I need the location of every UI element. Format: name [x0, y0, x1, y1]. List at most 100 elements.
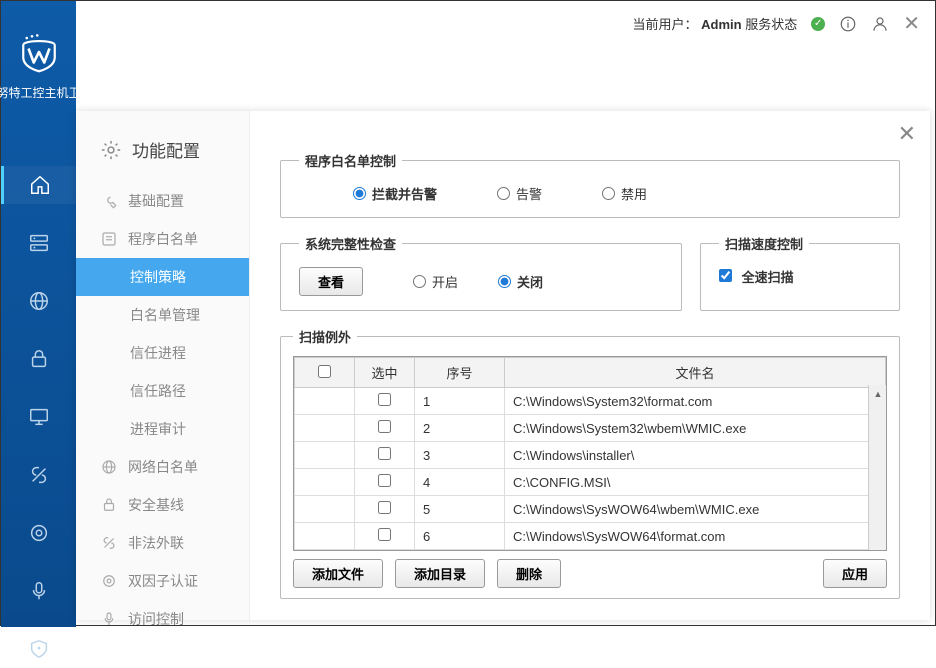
radio-on[interactable]: 开启 — [413, 272, 458, 291]
rail-item-monitor[interactable] — [1, 398, 76, 436]
row-filename: C:\Windows\System32\format.com — [505, 388, 886, 415]
rail-item-mic[interactable] — [1, 572, 76, 610]
menu-wlmgmt[interactable]: 白名单管理 — [76, 296, 249, 334]
radio-input[interactable] — [413, 275, 426, 288]
row-checkbox[interactable] — [378, 501, 391, 514]
panel-legend: 扫描速度控制 — [719, 234, 809, 253]
scroll-up-icon[interactable]: ▲ — [869, 385, 887, 403]
header-checkbox[interactable] — [318, 365, 331, 378]
radio-label: 关闭 — [517, 272, 543, 291]
rail-item-ring[interactable] — [1, 514, 76, 552]
gear-icon — [100, 139, 122, 161]
radio-input[interactable] — [498, 275, 511, 288]
menu-access[interactable]: 访问控制 — [76, 600, 249, 638]
row-select-cell[interactable] — [355, 496, 415, 523]
radio-input[interactable] — [497, 187, 510, 200]
logo-area: 威努特工控主机卫士 — [0, 31, 93, 101]
user-icon[interactable] — [871, 15, 889, 33]
radio-alert[interactable]: 告警 — [497, 184, 542, 203]
row-checkbox[interactable] — [378, 393, 391, 406]
row-select-cell[interactable] — [355, 442, 415, 469]
rail-item-shield[interactable] — [1, 630, 76, 668]
rail-icons — [1, 166, 76, 668]
menu-label: 安全基线 — [128, 495, 184, 515]
row-select-cell[interactable] — [355, 469, 415, 496]
delete-button[interactable]: 删除 — [497, 559, 561, 588]
window-header: 当前用户： Admin 服务状态 ✓ ✕ — [633, 11, 921, 36]
home-icon — [29, 174, 51, 196]
table-row[interactable]: 3C:\Windows\installer\ — [295, 442, 886, 469]
monitor-icon — [28, 406, 50, 428]
globe-icon — [100, 458, 118, 476]
row-filename: C:\CONFIG.MSI\ — [505, 469, 886, 496]
window-close-icon[interactable]: ✕ — [903, 11, 920, 36]
lock-icon — [100, 496, 118, 514]
radio-intercept-alert[interactable]: 拦截并告警 — [353, 184, 437, 203]
menu-illout[interactable]: 非法外联 — [76, 524, 249, 562]
radio-label: 拦截并告警 — [372, 184, 437, 203]
row-index: 5 — [415, 496, 505, 523]
rail-item-lock[interactable] — [1, 340, 76, 378]
row-select-cell[interactable] — [355, 388, 415, 415]
list-icon — [100, 230, 118, 248]
exception-table-wrap: 选中 序号 文件名 1C:\Windows\System32\format.co… — [293, 356, 887, 551]
menu-label: 网络白名单 — [128, 457, 198, 477]
menu-trustproc[interactable]: 信任进程 — [76, 334, 249, 372]
table-row[interactable]: 6C:\Windows\SysWOW64\format.com — [295, 523, 886, 550]
server-icon — [28, 232, 50, 254]
menu-trustpath[interactable]: 信任路径 — [76, 372, 249, 410]
rail-item-globe[interactable] — [1, 282, 76, 320]
menu-label: 程序白名单 — [128, 229, 198, 249]
view-button[interactable]: 查看 — [299, 267, 363, 296]
menu-secbase[interactable]: 安全基线 — [76, 486, 249, 524]
rail-item-linkoff[interactable] — [1, 456, 76, 494]
table-row[interactable]: 1C:\Windows\System32\format.com — [295, 388, 886, 415]
menu-procaudit[interactable]: 进程审计 — [76, 410, 249, 448]
row-checkbox-cell — [295, 469, 355, 496]
row-checkbox-cell — [295, 523, 355, 550]
status-ok-icon: ✓ — [811, 17, 825, 31]
dialog-menu: 基础配置 程序白名单 控制策略 白名单管理 信任进程 信任路径 进程审计 网络白… — [76, 182, 249, 638]
table-row[interactable]: 4C:\CONFIG.MSI\ — [295, 469, 886, 496]
dialog-title-row: 功能配置 — [76, 111, 249, 182]
row-filename: C:\Windows\System32\wbem\WMIC.exe — [505, 415, 886, 442]
row-checkbox[interactable] — [378, 420, 391, 433]
radio-input[interactable] — [602, 187, 615, 200]
menu-label: 信任进程 — [130, 343, 186, 363]
menu-label: 进程审计 — [130, 419, 186, 439]
panel-legend: 系统完整性检查 — [299, 234, 402, 253]
row-checkbox[interactable] — [378, 528, 391, 541]
radio-input[interactable] — [353, 187, 366, 200]
add-dir-button[interactable]: 添加目录 — [395, 559, 485, 588]
table-row[interactable]: 2C:\Windows\System32\wbem\WMIC.exe — [295, 415, 886, 442]
info-icon[interactable] — [839, 15, 857, 33]
apply-button[interactable]: 应用 — [823, 559, 887, 588]
col-head-selected: 选中 — [355, 358, 415, 388]
row-checkbox[interactable] — [378, 474, 391, 487]
radio-off[interactable]: 关闭 — [498, 272, 543, 291]
checkbox-input[interactable] — [719, 269, 732, 282]
rail-item-server[interactable] — [1, 224, 76, 262]
logo-icon — [18, 31, 60, 73]
lock-icon — [28, 348, 50, 370]
menu-label: 控制策略 — [130, 267, 186, 287]
row-select-cell[interactable] — [355, 523, 415, 550]
row-checkbox[interactable] — [378, 447, 391, 460]
row-checkbox-cell — [295, 496, 355, 523]
table-row[interactable]: 5C:\Windows\SysWOW64\wbem\WMIC.exe — [295, 496, 886, 523]
menu-twofa[interactable]: 双因子认证 — [76, 562, 249, 600]
left-rail: 威努特工控主机卫士 — [1, 1, 76, 627]
col-head-checkbox[interactable] — [295, 358, 355, 388]
rail-item-home[interactable] — [1, 166, 76, 204]
menu-netwl[interactable]: 网络白名单 — [76, 448, 249, 486]
menu-basic[interactable]: 基础配置 — [76, 182, 249, 220]
dialog-sidebar: 功能配置 基础配置 程序白名单 控制策略 白名单管理 信任进程 信任路径 进程审… — [76, 111, 250, 620]
row-index: 4 — [415, 469, 505, 496]
radio-disable[interactable]: 禁用 — [602, 184, 647, 203]
menu-strategy[interactable]: 控制策略 — [76, 258, 249, 296]
menu-whitelist[interactable]: 程序白名单 — [76, 220, 249, 258]
scrollbar[interactable]: ▲ — [868, 385, 886, 550]
add-file-button[interactable]: 添加文件 — [293, 559, 383, 588]
checkbox-fullspeed[interactable]: 全速扫描 — [719, 267, 881, 286]
row-select-cell[interactable] — [355, 415, 415, 442]
